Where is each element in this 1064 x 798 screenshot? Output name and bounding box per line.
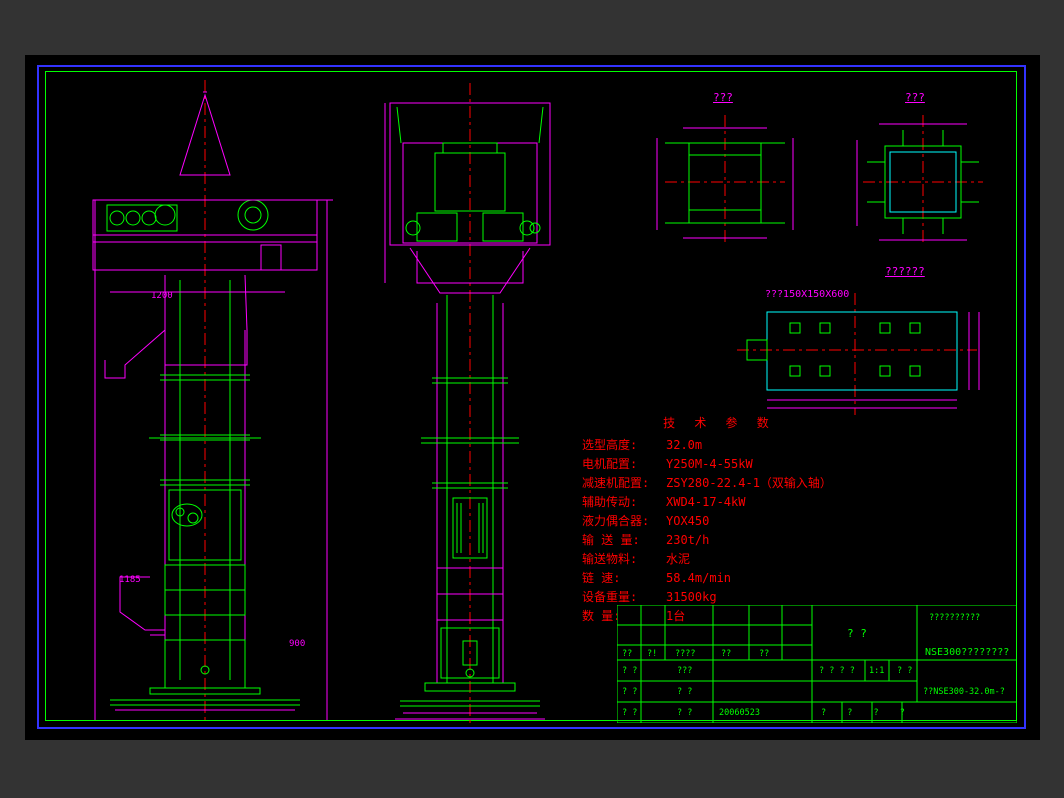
left-elevation — [65, 80, 345, 730]
params-title: 技 术 参 数 — [580, 415, 834, 432]
detail-baseplate — [725, 290, 1005, 425]
detail-top-1 — [645, 110, 805, 260]
detail-1-title: ??? — [713, 91, 733, 104]
title-block: ?? ?! ???? ?? ?? ? ? ??? ? ? ? ? ? ? ? ?… — [617, 605, 1017, 723]
detail-top-2 — [845, 110, 1000, 260]
steel-spec: ???150X150X600 — [765, 289, 849, 300]
right-elevation — [365, 83, 575, 733]
tech-parameters: 技 术 参 数 选型高度:32.0m 电机配置:Y250M-4-55kW 减速机… — [580, 415, 834, 627]
detail-3-title: ?????? — [885, 265, 925, 278]
dim-1185: 1185 — [119, 575, 141, 585]
dim-1200: 1200 — [151, 291, 173, 301]
detail-2-title: ??? — [905, 91, 925, 104]
dim-900: 900 — [289, 639, 305, 649]
